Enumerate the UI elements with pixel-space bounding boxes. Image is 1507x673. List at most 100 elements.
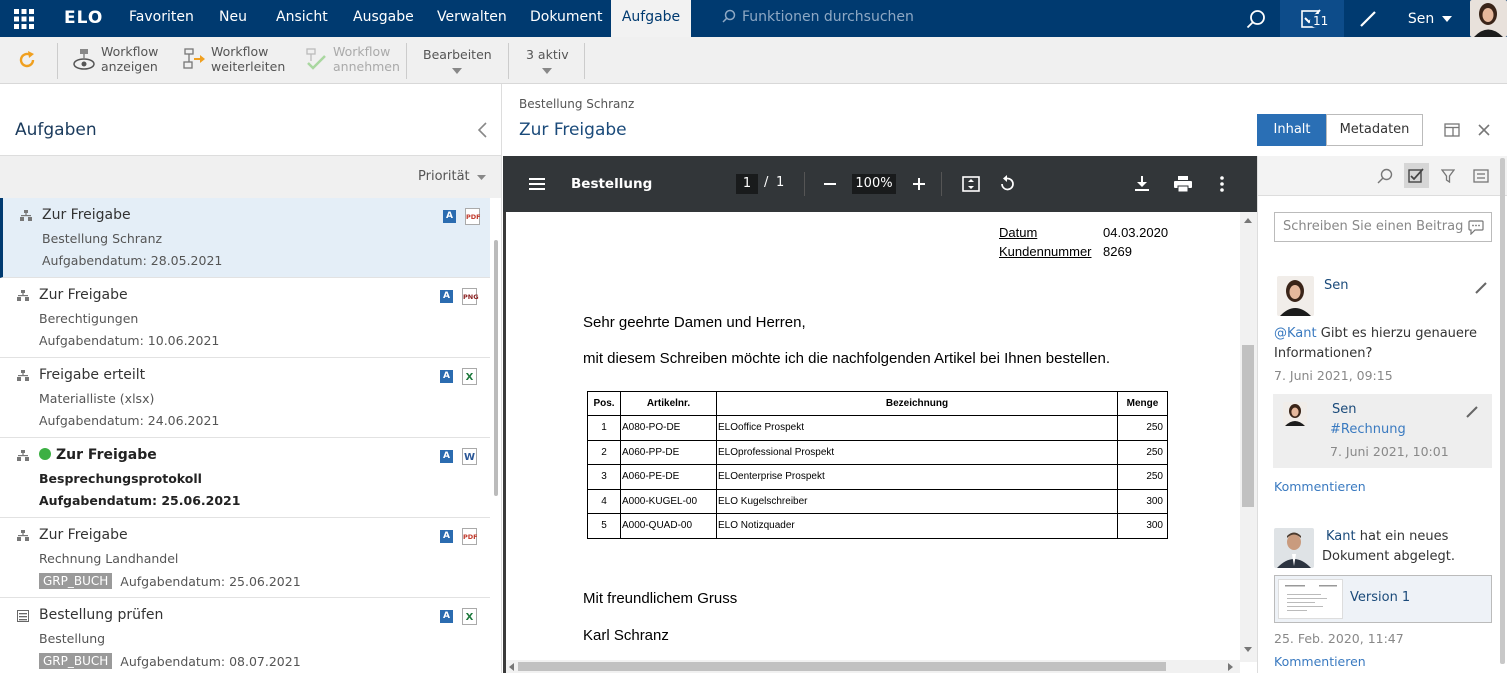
search-button[interactable]: [1232, 0, 1280, 37]
reply-hashtag[interactable]: #Rechnung: [1330, 420, 1406, 440]
scroll-left-arrow-icon[interactable]: [509, 663, 514, 671]
menu-verwalten[interactable]: Verwalten: [423, 0, 521, 37]
table-row: 2 A060-PP-DE ELOprofessional Prospekt 250: [587, 439, 1168, 465]
cell-pos: 4: [587, 488, 621, 514]
task-date: Aufgabendatum: 24.06.2021: [39, 413, 220, 428]
collapse-chevron-left-icon[interactable]: [477, 122, 487, 138]
more-options-icon[interactable]: [1220, 176, 1224, 192]
workflow-accept-icon: [306, 48, 326, 70]
task-list-item[interactable]: Zur Freigabe Berechtigungen Aufgabendatum:…: [0, 278, 490, 358]
letter-body: mit diesem Schreiben möchte ich die nach…: [583, 350, 1110, 367]
post-author[interactable]: Sen: [1324, 276, 1349, 296]
speech-bubble-icon[interactable]: [1468, 220, 1484, 235]
filter-funnel-icon[interactable]: [1441, 169, 1455, 183]
assignment-badge: A: [443, 210, 456, 223]
download-icon[interactable]: [1135, 176, 1149, 192]
task-title: Bestellung prüfen: [39, 607, 164, 623]
cell-quantity: 250: [1117, 464, 1168, 490]
refresh-button[interactable]: [16, 49, 38, 71]
tab-metadata[interactable]: Metadaten: [1326, 114, 1423, 146]
pencil-icon[interactable]: [1466, 406, 1478, 418]
zoom-level-input[interactable]: 100%: [852, 174, 896, 194]
workflow-icon: [20, 210, 32, 226]
accept-workflow-button[interactable]: Workflow annehmen: [304, 44, 400, 74]
reply-author[interactable]: Sen: [1332, 400, 1357, 420]
menu-dokument[interactable]: Dokument: [516, 0, 617, 37]
page-number-input[interactable]: 1: [736, 174, 758, 194]
task-filter-toggle[interactable]: [1404, 163, 1429, 188]
edit-button[interactable]: [1344, 0, 1392, 37]
png-file-icon: PNG: [462, 288, 479, 305]
fit-page-icon[interactable]: [962, 176, 980, 192]
rotate-icon[interactable]: [998, 175, 1016, 193]
menu-favoriten[interactable]: Favoriten: [115, 0, 208, 37]
workflow-icon: [17, 370, 29, 386]
group-badge: GRP_BUCH: [39, 573, 113, 589]
menu-ansicht[interactable]: Ansicht: [262, 0, 342, 37]
table-row: 4 A000-KUGEL-00 ELO Kugelschreiber 300: [587, 488, 1168, 514]
comment-link[interactable]: Kommentieren: [1274, 477, 1366, 497]
task-list-item[interactable]: Zur Freigabe Bestellung Schranz Aufgabenda…: [0, 198, 490, 278]
new-post-input[interactable]: Schreiben Sie einen Beitrag: [1274, 212, 1492, 242]
zoom-in-icon[interactable]: [912, 177, 926, 191]
new-post-placeholder: Schreiben Sie einen Beitrag: [1283, 219, 1464, 234]
show-workflow-button[interactable]: Workflow anzeigen: [72, 44, 158, 74]
close-icon[interactable]: [1478, 124, 1490, 136]
search-icon[interactable]: [1377, 168, 1393, 184]
edit-label: Bearbeiten: [423, 47, 492, 62]
task-list-scrollbar[interactable]: [494, 240, 498, 496]
comment-link[interactable]: Kommentieren: [1274, 652, 1366, 672]
top-navigation-bar: ELO Favoriten Neu Ansicht Ausgabe Verwal…: [0, 0, 1507, 37]
tasks-button[interactable]: 11: [1280, 0, 1344, 37]
accept-workflow-label-2: annehmen: [333, 59, 400, 74]
menu-neu[interactable]: Neu: [205, 0, 261, 37]
workflow-forward-icon: [183, 48, 205, 69]
list-view-icon[interactable]: [1473, 169, 1489, 183]
print-icon[interactable]: [1174, 176, 1192, 192]
hamburger-menu-icon[interactable]: [529, 178, 545, 190]
active-dropdown-button[interactable]: 3 aktiv: [526, 44, 569, 74]
post-mention[interactable]: @Kant: [1274, 326, 1317, 341]
breadcrumb[interactable]: Bestellung Schranz: [519, 97, 634, 111]
tab-content[interactable]: Inhalt: [1257, 114, 1327, 146]
reply-timestamp: 7. Juni 2021, 10:01: [1330, 444, 1449, 459]
menu-ausgabe[interactable]: Ausgabe: [339, 0, 428, 37]
pdf-horizontal-scroll-thumb[interactable]: [518, 662, 1166, 671]
user-avatar[interactable]: [1470, 0, 1507, 37]
caret-down-icon[interactable]: [477, 175, 486, 180]
date-value: 04.03.2020: [1103, 225, 1169, 240]
task-list-item[interactable]: Zur Freigabe Besprechungsprotokoll Aufgabe…: [0, 438, 490, 518]
article-table: Pos. Artikelnr. Bezeichnung Menge 1 A080-…: [587, 391, 1168, 539]
post-author[interactable]: Kant: [1326, 529, 1356, 544]
task-list-item[interactable]: Zur Freigabe Rechnung Landhandel GRP_BUCH A…: [0, 518, 490, 598]
task-date: Aufgabendatum: 10.06.2021: [39, 333, 220, 348]
scroll-up-arrow-icon[interactable]: [1244, 218, 1252, 223]
edit-dropdown-button[interactable]: Bearbeiten: [423, 44, 492, 74]
scroll-right-arrow-icon[interactable]: [1228, 663, 1233, 671]
pdf-toolbar: Bestellung 1 / 1 100%: [503, 156, 1257, 212]
pdf-horizontal-scrollbar[interactable]: [506, 660, 1240, 673]
menu-aufgabe[interactable]: Aufgabe: [611, 0, 691, 37]
excel-file-icon: X: [462, 608, 477, 625]
document-attachment-card[interactable]: Version 1: [1274, 575, 1492, 623]
pdf-file-icon: PDF: [465, 208, 481, 225]
app-launcher-grid-icon[interactable]: [0, 0, 48, 37]
user-menu[interactable]: Sen: [1395, 0, 1465, 37]
forward-workflow-button[interactable]: Workflow weiterleiten: [182, 44, 285, 74]
col-article-number-header: Artikelnr.: [620, 391, 717, 416]
zoom-out-icon[interactable]: [823, 177, 837, 191]
task-list-item[interactable]: Freigabe erteilt Materialliste (xlsx) Aufg…: [0, 358, 490, 438]
scroll-down-arrow-icon[interactable]: [1244, 647, 1252, 652]
cell-article-number: A000-KUGEL-00: [620, 488, 717, 514]
group-badge: GRP_BUCH: [39, 653, 113, 669]
cell-pos: 5: [587, 513, 621, 539]
function-search-input[interactable]: Funktionen durchsuchen: [722, 9, 914, 25]
task-list-item[interactable]: Bestellung prüfen Bestellung GRP_BUCH Aufga…: [0, 598, 490, 673]
layout-panel-icon[interactable]: [1444, 123, 1460, 137]
sort-priority-dropdown[interactable]: Priorität: [418, 169, 470, 184]
feed-scrollbar[interactable]: [1500, 158, 1505, 664]
pdf-vertical-scroll-thumb[interactable]: [1242, 345, 1254, 507]
pencil-icon[interactable]: [1475, 282, 1487, 294]
date-label: Datum: [999, 225, 1038, 240]
pdf-vertical-scrollbar[interactable]: [1240, 212, 1257, 662]
